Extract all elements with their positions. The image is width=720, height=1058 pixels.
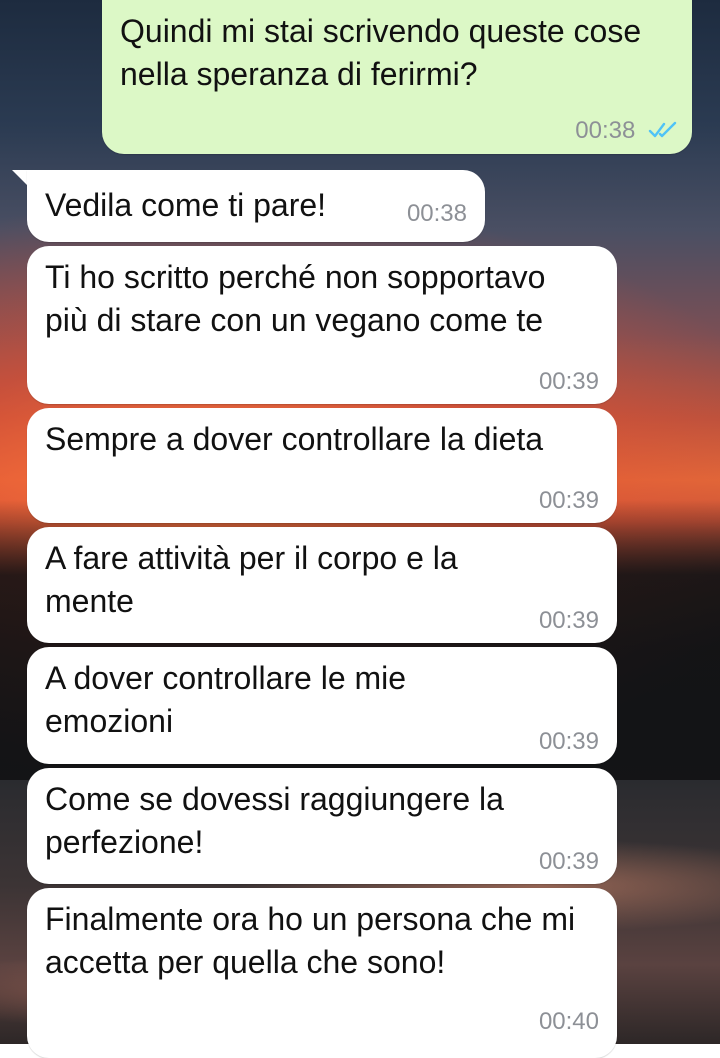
message-timestamp: 00:38 xyxy=(575,117,678,146)
message-bubble-outgoing[interactable]: Quindi mi stai scrivendo queste cose nel… xyxy=(102,0,692,154)
message-text: Sempre a dover controllare la dieta xyxy=(45,421,544,457)
message-time: 00:39 xyxy=(538,728,599,755)
message-time: 00:39 xyxy=(538,487,599,514)
message-time: 00:39 xyxy=(538,607,599,634)
message-bubble-incoming[interactable]: Vedila come ti pare! 00:38 xyxy=(27,170,485,242)
message-text: A fare attività per il corpo e la mente xyxy=(45,540,458,619)
message-text: A dover controllare le mie emozioni xyxy=(45,660,407,739)
message-time: 00:39 xyxy=(538,848,599,875)
message-text: Vedila come ti pare! xyxy=(45,187,327,223)
message-time: 00:38 xyxy=(575,117,636,145)
message-time: 00:38 xyxy=(406,200,467,227)
message-bubble-incoming[interactable]: Finalmente ora ho un persona che mi acce… xyxy=(27,888,617,1058)
message-text: Come se dovessi raggiungere la perfezion… xyxy=(45,781,504,860)
message-bubble-incoming[interactable]: A dover controllare le mie emozioni 00:3… xyxy=(27,647,617,764)
message-text: Ti ho scritto perché non sopportavo più … xyxy=(45,259,546,338)
message-time: 00:39 xyxy=(538,368,599,395)
message-bubble-incoming[interactable]: A fare attività per il corpo e la mente … xyxy=(27,527,617,643)
message-text: Finalmente ora ho un persona che mi acce… xyxy=(45,901,576,980)
message-time: 00:40 xyxy=(538,1008,599,1035)
message-bubble-incoming[interactable]: Sempre a dover controllare la dieta 00:3… xyxy=(27,408,617,523)
message-text: Quindi mi stai scrivendo queste cose nel… xyxy=(120,13,642,92)
message-bubble-incoming[interactable]: Ti ho scritto perché non sopportavo più … xyxy=(27,246,617,404)
message-bubble-incoming[interactable]: Come se dovessi raggiungere la perfezion… xyxy=(27,768,617,884)
read-ticks-icon xyxy=(648,118,678,146)
